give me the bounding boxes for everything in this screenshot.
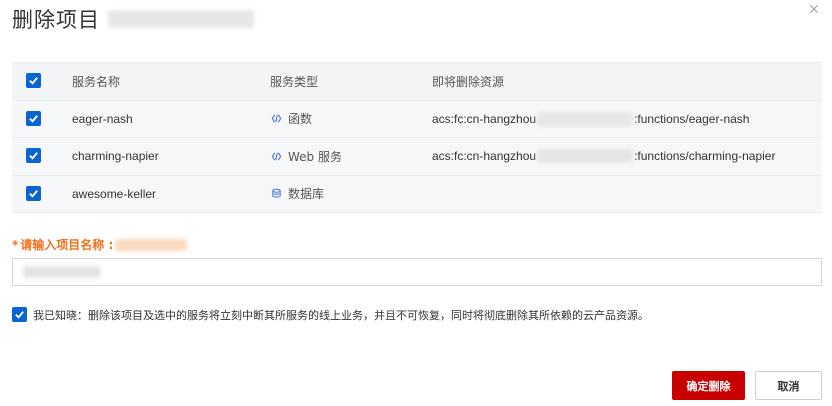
project-name-label: * 请输入项目名称 :	[12, 236, 188, 253]
required-mark: *	[12, 237, 19, 252]
service-name: awesome-keller	[72, 186, 157, 201]
close-icon[interactable]	[806, 2, 822, 18]
cancel-button[interactable]: 取消	[755, 371, 822, 400]
redacted-input-value	[23, 266, 101, 278]
checkbox-checked-icon	[26, 73, 41, 89]
resource-prefix: acs:fc:cn-hangzhou	[432, 111, 537, 126]
acknowledge-checkbox[interactable]	[12, 307, 27, 323]
resource-suffix: :functions/charming-napier	[634, 149, 776, 164]
service-type-label: 函数	[288, 112, 313, 127]
row-checkbox[interactable]	[26, 185, 41, 202]
dialog-title: 删除项目	[12, 8, 100, 32]
column-header-resource: 即将删除资源	[432, 74, 505, 89]
resource-arn: acs:fc:cn-hangzhou :functions/eager-nash	[432, 111, 750, 126]
project-name-input[interactable]	[12, 258, 822, 286]
table-row: charming-napier Web 服务 acs:fc:cn-hangzho…	[12, 138, 822, 176]
service-type: 数据库	[270, 185, 324, 202]
confirm-delete-button[interactable]: 确定删除	[672, 371, 745, 400]
redacted-project-name-hint	[115, 238, 188, 251]
dialog-footer: 确定删除 取消	[672, 371, 822, 400]
project-name-label-text: 请输入项目名称 :	[20, 238, 114, 252]
resource-suffix: :functions/eager-nash	[634, 111, 750, 126]
delete-project-dialog: 删除项目 服务名称 服务类型 即将删除资源 eager-nash 函数 acs:…	[0, 0, 832, 406]
service-type: 函数	[270, 110, 312, 127]
service-type-label: Web 服务	[288, 149, 342, 164]
table-row: awesome-keller 数据库	[12, 175, 822, 213]
service-type-label: 数据库	[288, 187, 325, 202]
dialog-header: 删除项目	[12, 4, 254, 34]
acknowledge-row: 我已知晓：删除该项目及选中的服务将立刻中断其所服务的线上业务，并且不可恢复，同时…	[12, 307, 649, 323]
function-icon	[270, 113, 282, 125]
resource-arn: acs:fc:cn-hangzhou :functions/charming-n…	[432, 149, 776, 164]
table-row: eager-nash 函数 acs:fc:cn-hangzhou :functi…	[12, 100, 822, 138]
services-table: 服务名称 服务类型 即将删除资源 eager-nash 函数 acs:fc:cn…	[12, 62, 822, 213]
row-checkbox[interactable]	[26, 148, 41, 164]
redacted-account-id	[537, 111, 634, 126]
acknowledge-text: 我已知晓：删除该项目及选中的服务将立刻中断其所服务的线上业务，并且不可恢复，同时…	[33, 309, 649, 322]
function-icon	[270, 150, 282, 162]
select-all-checkbox[interactable]	[26, 73, 41, 89]
column-header-type: 服务类型	[270, 74, 319, 89]
checkbox-checked-icon	[12, 307, 27, 322]
service-type: Web 服务	[270, 148, 342, 165]
service-name: eager-nash	[72, 111, 133, 126]
checkbox-checked-icon	[26, 110, 41, 126]
resource-prefix: acs:fc:cn-hangzhou	[432, 149, 537, 164]
redacted-project-name	[108, 10, 254, 28]
table-header-row: 服务名称 服务类型 即将删除资源	[12, 63, 822, 101]
checkbox-checked-icon	[26, 185, 41, 201]
column-header-name: 服务名称	[72, 74, 121, 89]
row-checkbox[interactable]	[26, 110, 41, 127]
database-icon	[270, 188, 282, 200]
redacted-account-id	[537, 149, 634, 164]
service-name: charming-napier	[72, 149, 159, 164]
checkbox-checked-icon	[26, 148, 41, 164]
